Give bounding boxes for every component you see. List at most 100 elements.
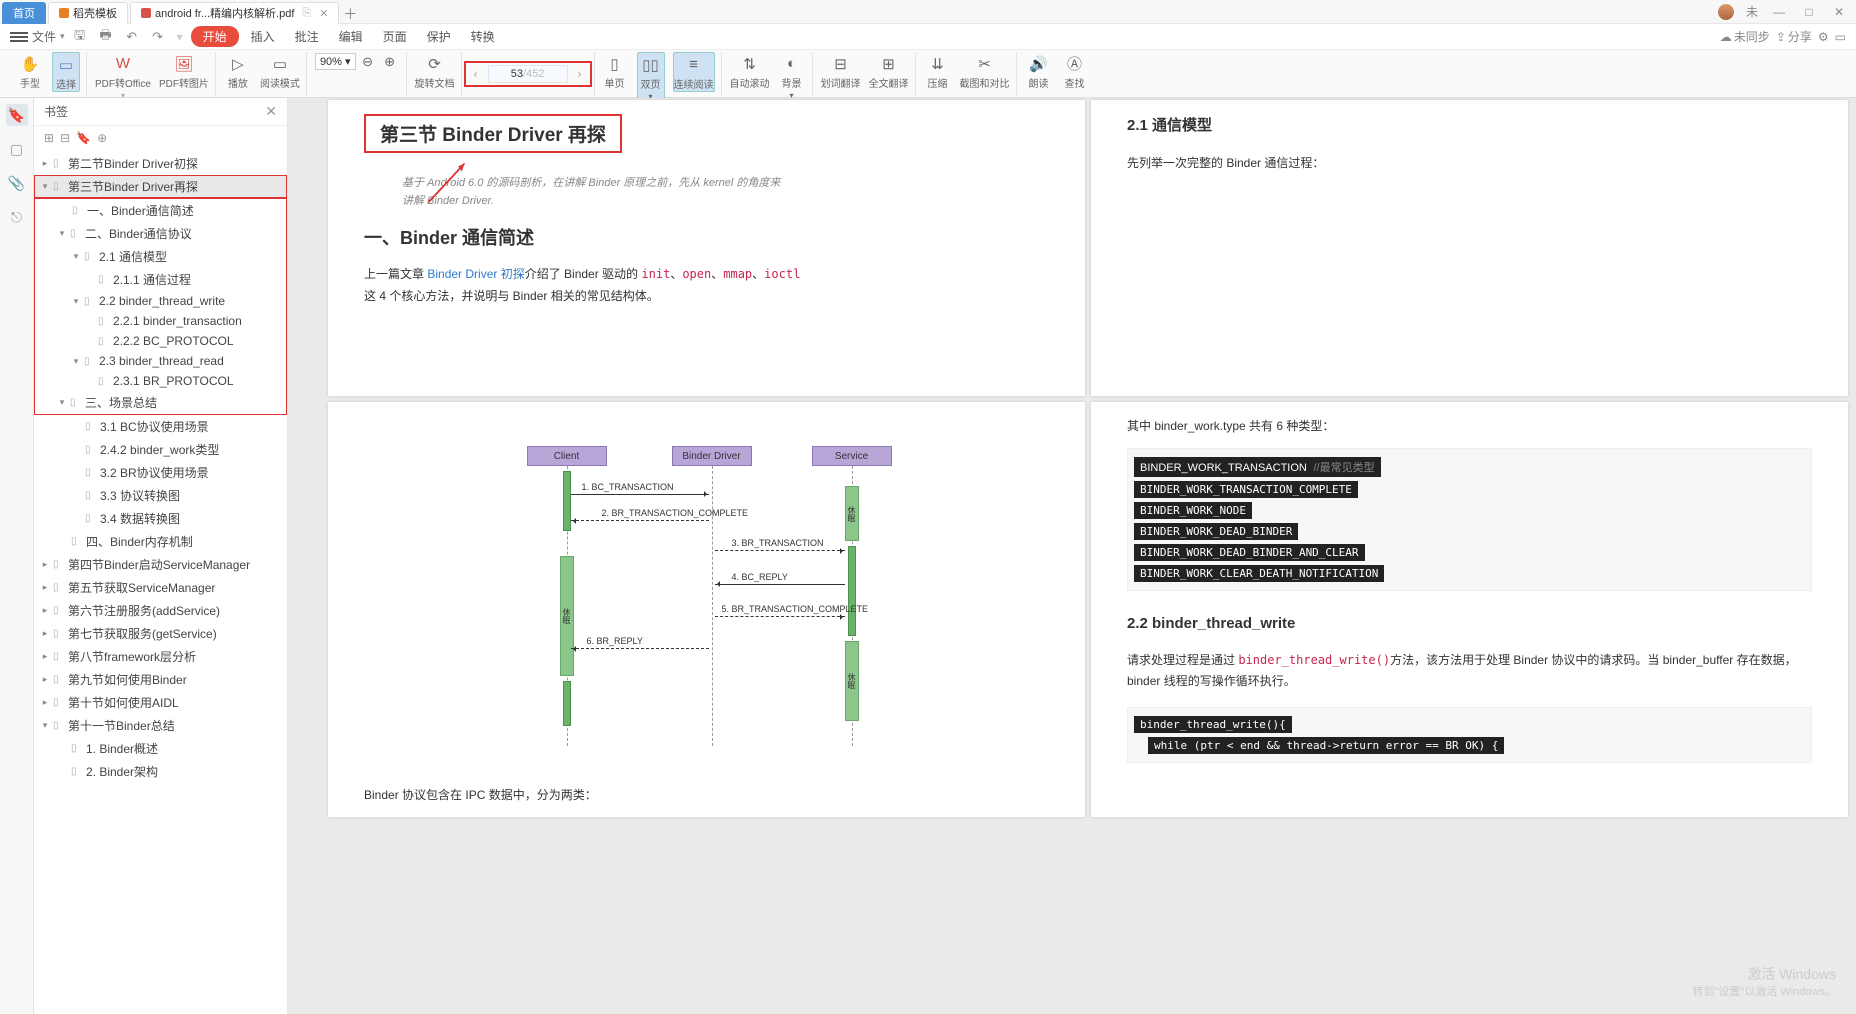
document-viewport[interactable]: 第三节 Binder Driver 再探 基于 Android 6.0 的源码剖… bbox=[288, 98, 1856, 1014]
settings-icon[interactable]: ⚙ bbox=[1818, 30, 1829, 44]
bm-s3[interactable]: ▾▯第三节Binder Driver再探 bbox=[34, 175, 287, 198]
tool-play[interactable]: ▷播放 bbox=[224, 52, 252, 90]
bm-s3-3-3[interactable]: ▯3.2 BR协议使用场景 bbox=[34, 461, 287, 484]
tab-home[interactable]: 首页 bbox=[2, 2, 46, 24]
tool-background[interactable]: ◐背景▾ bbox=[778, 52, 806, 100]
hand-icon: ✋ bbox=[20, 54, 40, 74]
bm-s3-2-2-2[interactable]: ▯2.2.2 BC_PROTOCOL bbox=[35, 331, 286, 351]
zoom-out-icon[interactable]: ⊖ bbox=[358, 52, 378, 72]
sb-tool-collapse-icon[interactable]: ⊟ bbox=[60, 131, 70, 145]
window-close[interactable]: ✕ bbox=[1830, 5, 1848, 19]
sb-tool-expand-icon[interactable]: ⊞ bbox=[44, 131, 54, 145]
menu-convert[interactable]: 转换 bbox=[463, 26, 503, 47]
menu-file[interactable]: 文件 bbox=[32, 28, 56, 45]
menubar-right: ☁未同步 ⇪分享 ⚙ ▭ bbox=[1720, 28, 1846, 45]
bm-s3-2-1[interactable]: ▾▯2.1 通信模型 bbox=[35, 245, 286, 268]
bm-s3-1[interactable]: ▯一、Binder通信简述 bbox=[35, 199, 286, 222]
bm-s3-3-5[interactable]: ▯3.4 数据转换图 bbox=[34, 507, 287, 530]
seq-driver: Binder Driver bbox=[672, 446, 752, 466]
sidebar-close-icon[interactable]: ✕ bbox=[265, 103, 277, 120]
window-minimize[interactable]: — bbox=[1770, 5, 1788, 19]
bm-s3-4[interactable]: ▯四、Binder内存机制 bbox=[34, 530, 287, 553]
zoom-controls: 90% ▾ ⊖ ⊕ bbox=[315, 52, 400, 72]
unsync-button[interactable]: ☁未同步 bbox=[1720, 28, 1770, 45]
menu-protect[interactable]: 保护 bbox=[419, 26, 459, 47]
share-button[interactable]: ⇪分享 bbox=[1776, 28, 1812, 45]
window-maximize[interactable]: □ bbox=[1800, 5, 1818, 19]
tool-pdf-office[interactable]: WPDF转Office▾ bbox=[95, 52, 151, 100]
tool-word-translate[interactable]: ⊟划词翻译 bbox=[821, 52, 861, 90]
menu-start[interactable]: 开始 bbox=[191, 26, 239, 47]
page-prev[interactable]: ‹ bbox=[470, 67, 482, 81]
bm-s5[interactable]: ▸▯第五节获取ServiceManager bbox=[34, 576, 287, 599]
tab-add[interactable]: ＋ bbox=[339, 4, 361, 24]
tool-select[interactable]: ▭选择 bbox=[52, 52, 80, 92]
bm-s9[interactable]: ▸▯第九节如何使用Binder bbox=[34, 668, 287, 691]
tool-single-page[interactable]: ▯单页 bbox=[601, 52, 629, 90]
bm-s11-2[interactable]: ▯2. Binder架构 bbox=[34, 760, 287, 783]
bm-s3-2-2-1[interactable]: ▯2.2.1 binder_transaction bbox=[35, 311, 286, 331]
menu-insert[interactable]: 插入 bbox=[243, 26, 283, 47]
sb-tool-bookmark-icon[interactable]: 🔖 bbox=[76, 131, 91, 145]
bm-s11[interactable]: ▾▯第十一节Binder总结 bbox=[34, 714, 287, 737]
page-number-input[interactable]: 53/452 bbox=[488, 65, 568, 83]
tab-restore-icon[interactable]: ⎘ bbox=[302, 7, 311, 20]
tab-close-icon[interactable]: ✕ bbox=[319, 7, 328, 20]
tool-read-aloud[interactable]: 🔊朗读 bbox=[1025, 52, 1053, 90]
bm-s3-3-2[interactable]: ▯2.4.2 binder_work类型 bbox=[34, 438, 287, 461]
bm-s3-3-4[interactable]: ▯3.3 协议转换图 bbox=[34, 484, 287, 507]
tool-auto-scroll[interactable]: ⇅自动滚动 bbox=[730, 52, 770, 90]
thumbnail-panel-icon[interactable]: ▢ bbox=[6, 138, 28, 160]
outline-panel-icon[interactable]: ⎋ bbox=[6, 206, 28, 228]
bm-s3-2-3-1[interactable]: ▯2.3.1 BR_PROTOCOL bbox=[35, 371, 286, 391]
user-name[interactable]: 未 bbox=[1746, 3, 1758, 20]
menu-page[interactable]: 页面 bbox=[375, 26, 415, 47]
toolbar-redo-icon[interactable]: ↷ bbox=[147, 26, 169, 48]
bm-s4[interactable]: ▸▯第四节Binder启动ServiceManager bbox=[34, 553, 287, 576]
toolbar-save-icon[interactable]: 🖫 bbox=[69, 26, 91, 48]
collapse-ribbon-icon[interactable]: ▭ bbox=[1835, 30, 1846, 44]
sb-tool-add-icon[interactable]: ⊕ bbox=[97, 131, 107, 145]
bookmark-panel-icon[interactable]: 🔖 bbox=[6, 104, 28, 126]
pages-wrap: 第三节 Binder Driver 再探 基于 Android 6.0 的源码剖… bbox=[328, 100, 1848, 1014]
tool-hand[interactable]: ✋手型 bbox=[16, 52, 44, 90]
bm-s6[interactable]: ▸▯第六节注册服务(addService) bbox=[34, 599, 287, 622]
tool-rotate[interactable]: ⟳旋转文档 bbox=[415, 52, 455, 90]
tool-full-translate[interactable]: ⊞全文翻译 bbox=[869, 52, 909, 90]
tab-row: 首页 稻壳模板 android fr...精编内核解析.pdf⎘✕ ＋ bbox=[0, 0, 361, 24]
zoom-in-icon[interactable]: ⊕ bbox=[380, 52, 400, 72]
bm-s8[interactable]: ▸▯第八节framework层分析 bbox=[34, 645, 287, 668]
tool-compress[interactable]: ⇊压缩 bbox=[924, 52, 952, 90]
bm-s3-3[interactable]: ▾▯三、场景总结 bbox=[35, 391, 286, 414]
tab-template[interactable]: 稻壳模板 bbox=[48, 2, 128, 24]
tool-crop-compare[interactable]: ✂截图和对比 bbox=[960, 52, 1010, 90]
tool-find[interactable]: Ⓐ查找 bbox=[1061, 52, 1089, 90]
tool-continuous[interactable]: ≡连续阅读 bbox=[673, 52, 715, 92]
file-dropdown-icon[interactable]: ▾ bbox=[60, 31, 65, 42]
bm-s3-2[interactable]: ▾▯二、Binder通信协议 bbox=[35, 222, 286, 245]
bookmark-tree[interactable]: ▸▯第二节Binder Driver初探 ▾▯第三节Binder Driver再… bbox=[34, 150, 287, 1014]
bm-s3-2-3[interactable]: ▾▯2.3 binder_thread_read bbox=[35, 351, 286, 371]
bm-s11-1[interactable]: ▯1. Binder概述 bbox=[34, 737, 287, 760]
avatar[interactable] bbox=[1718, 4, 1734, 20]
bm-s2[interactable]: ▸▯第二节Binder Driver初探 bbox=[34, 152, 287, 175]
menu-annot[interactable]: 批注 bbox=[287, 26, 327, 47]
bm-s10[interactable]: ▸▯第十节如何使用AIDL bbox=[34, 691, 287, 714]
bm-s7[interactable]: ▸▯第七节获取服务(getService) bbox=[34, 622, 287, 645]
toolbar-undo-icon[interactable]: ↶ bbox=[121, 26, 143, 48]
toolbar-print-icon[interactable]: 🖶 bbox=[95, 26, 117, 48]
tool-read-mode[interactable]: ▭阅读模式 bbox=[260, 52, 300, 90]
bm-s3-2-2[interactable]: ▾▯2.2 binder_thread_write bbox=[35, 291, 286, 311]
attachment-panel-icon[interactable]: 📎 bbox=[6, 172, 28, 194]
bm-s3-3-1[interactable]: ▯3.1 BC协议使用场景 bbox=[34, 415, 287, 438]
tab-pdf[interactable]: android fr...精编内核解析.pdf⎘✕ bbox=[130, 2, 339, 24]
tool-pdf-pic[interactable]: 🖼PDF转图片 bbox=[159, 52, 209, 90]
bm-s3-2-1-1[interactable]: ▯2.1.1 通信过程 bbox=[35, 268, 286, 291]
page-next[interactable]: › bbox=[574, 67, 586, 81]
tool-double-page[interactable]: ▯▯双页▾ bbox=[637, 52, 665, 102]
ribbon-toolbar: ✋手型 ▭选择 WPDF转Office▾ 🖼PDF转图片 ▷播放 ▭阅读模式 9… bbox=[0, 50, 1856, 98]
zoom-select[interactable]: 90% ▾ bbox=[315, 53, 356, 70]
menu-edit[interactable]: 编辑 bbox=[331, 26, 371, 47]
link-prev-article[interactable]: Binder Driver 初探 bbox=[427, 267, 524, 281]
hamburger-icon[interactable] bbox=[10, 29, 28, 45]
